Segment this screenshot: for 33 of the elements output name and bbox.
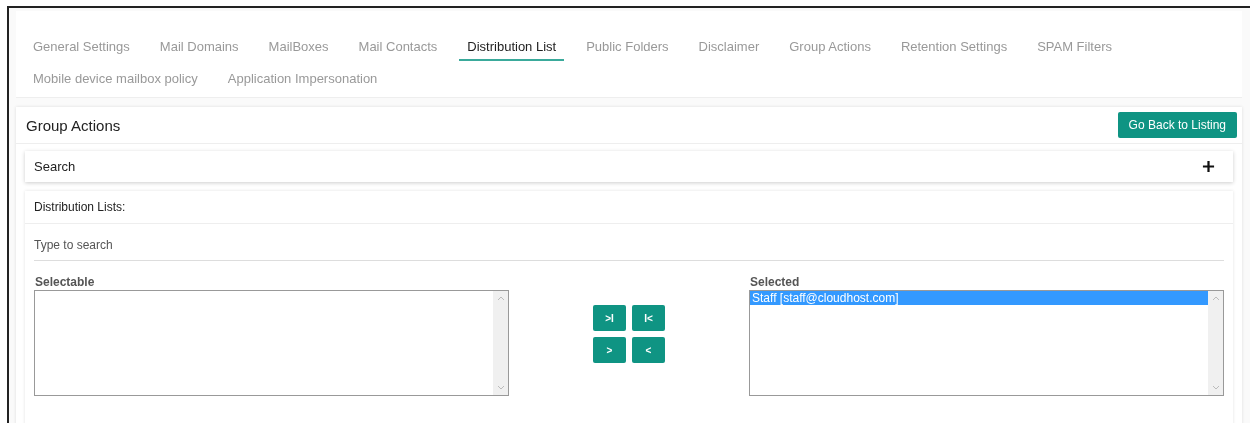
panel-title: Group Actions xyxy=(26,116,121,134)
list-label: Selected xyxy=(750,275,801,289)
tab[interactable]: Disclaimer xyxy=(690,35,768,61)
chevron-down-icon[interactable] xyxy=(1211,385,1220,390)
tab[interactable]: Mobile device mailbox policy xyxy=(25,67,206,93)
tab[interactable]: Application Impersonation xyxy=(219,67,386,93)
tab[interactable]: Distribution List xyxy=(459,35,565,61)
search-bar[interactable]: Search xyxy=(25,151,1233,182)
move-button[interactable]: < xyxy=(632,337,665,363)
tab[interactable]: Group Actions xyxy=(781,35,879,61)
tab[interactable]: Mail Domains xyxy=(151,35,247,61)
tab[interactable]: SPAM Filters xyxy=(1029,35,1120,61)
selected-listbox[interactable]: Staff [staff@cloudhost.com] xyxy=(749,290,1224,396)
list-option[interactable]: Staff [staff@cloudhost.com] xyxy=(750,291,1208,305)
tab[interactable]: Public Folders xyxy=(578,35,677,61)
scrollbar[interactable] xyxy=(493,291,508,395)
search-title: Search xyxy=(34,159,76,174)
plus-icon[interactable] xyxy=(1202,160,1215,173)
move-button[interactable]: I< xyxy=(632,305,665,331)
move-button[interactable]: >I xyxy=(593,305,626,331)
chevron-down-icon[interactable] xyxy=(496,385,505,390)
chevron-up-icon[interactable] xyxy=(1211,296,1220,301)
tab[interactable]: General Settings xyxy=(25,35,138,61)
tab[interactable]: Retention Settings xyxy=(892,35,1016,61)
tab[interactable]: MailBoxes xyxy=(260,35,337,61)
section-title: Distribution Lists: xyxy=(34,200,126,214)
move-button[interactable]: > xyxy=(593,337,626,363)
scrollbar[interactable] xyxy=(1208,291,1223,395)
chevron-up-icon[interactable] xyxy=(496,296,505,301)
tab[interactable]: Mail Contacts xyxy=(350,35,446,61)
list-label: Selectable xyxy=(35,275,96,289)
selectable-listbox[interactable] xyxy=(34,290,509,396)
back-button[interactable]: Go Back to Listing xyxy=(1117,112,1237,138)
